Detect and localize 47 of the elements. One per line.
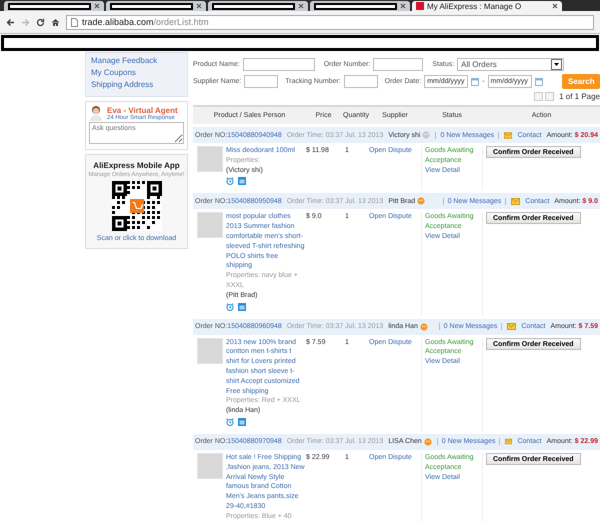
- product-name-field[interactable]: [242, 58, 315, 71]
- browser-tab[interactable]: [106, 1, 206, 11]
- calendar-icon[interactable]: [238, 302, 246, 311]
- status-dropdown[interactable]: All Orders: [457, 58, 564, 71]
- alarm-clock-icon[interactable]: [226, 418, 234, 426]
- alarm-clock-icon[interactable]: [226, 302, 234, 311]
- supplier-name-field[interactable]: [244, 75, 278, 88]
- calendar-icon[interactable]: [471, 78, 480, 86]
- calendar-icon[interactable]: [534, 78, 543, 86]
- app-title: AliExpress Mobile App: [93, 161, 180, 170]
- calendar-icon[interactable]: [238, 177, 246, 186]
- close-icon[interactable]: [400, 3, 406, 9]
- close-icon[interactable]: [298, 3, 304, 9]
- reload-icon[interactable]: [36, 18, 45, 26]
- sidebar-link[interactable]: Shipping Address: [91, 80, 182, 89]
- browser-tab[interactable]: My AliExpress : Manage O: [412, 1, 562, 11]
- calendar-icon[interactable]: [238, 418, 246, 426]
- envelope-icon: [511, 198, 520, 205]
- close-icon[interactable]: [196, 3, 202, 9]
- browser-tab[interactable]: [310, 1, 410, 11]
- photo-placeholder: [197, 338, 223, 364]
- address-bar[interactable]: trade.alibaba.com/orderList.htm: [66, 14, 594, 30]
- close-icon[interactable]: [552, 3, 558, 9]
- order-number-field[interactable]: [373, 58, 424, 71]
- photo-placeholder: [197, 146, 223, 172]
- tracking-number-field[interactable]: [344, 75, 378, 88]
- avatar-icon: [89, 105, 103, 121]
- tab-title: My AliExpress : Manage O: [427, 2, 522, 10]
- agent-name: Eva - Virtual Agent: [107, 106, 178, 114]
- browser-tab[interactable]: [4, 1, 104, 11]
- envelope-icon: [505, 438, 512, 446]
- envelope-icon: [507, 323, 516, 330]
- close-icon[interactable]: [94, 3, 100, 9]
- alarm-clock-icon[interactable]: [226, 177, 234, 186]
- qr-code-drawing[interactable]: [112, 181, 162, 231]
- home-icon[interactable]: [51, 18, 60, 26]
- browser-tab[interactable]: [208, 1, 308, 11]
- favicon-icon: [416, 2, 424, 10]
- caret-icon: [554, 63, 560, 66]
- photo-placeholder: [197, 212, 223, 238]
- page-icon: [71, 18, 78, 26]
- envelope-icon: [504, 132, 512, 138]
- sidebar-link[interactable]: Manage Feedback: [91, 56, 182, 65]
- page-count: 1 of 1 Page: [559, 92, 600, 101]
- photo-placeholder: [197, 452, 223, 479]
- back-icon[interactable]: [6, 18, 15, 26]
- sidebar-link[interactable]: My Coupons: [91, 68, 182, 77]
